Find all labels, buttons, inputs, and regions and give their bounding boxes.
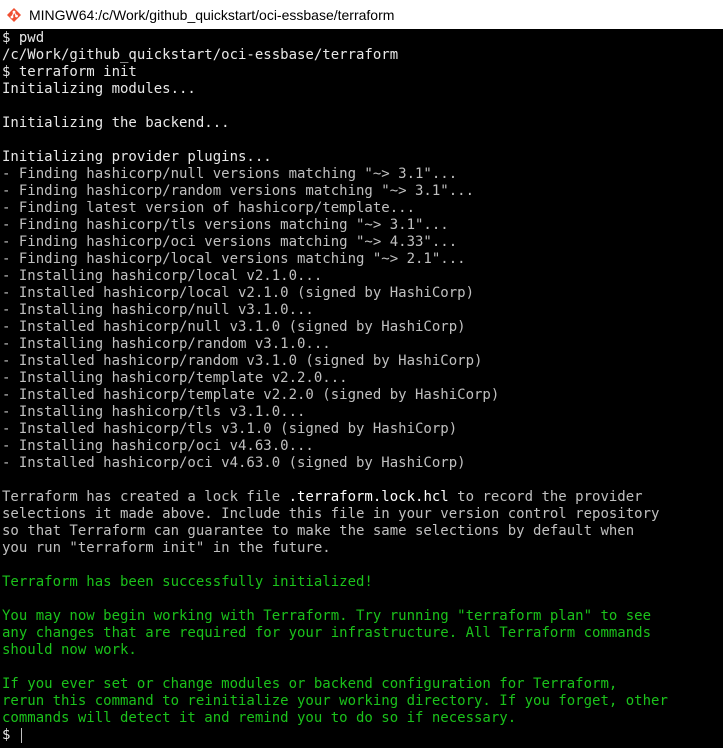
terminal-line: - Installing hashicorp/random v3.1.0... — [2, 336, 331, 352]
lock-file-prefix: Terraform has created a lock file — [2, 489, 289, 505]
terminal-line-success: should now work. — [2, 642, 137, 658]
terminal-line: - Installed hashicorp/template v2.2.0 (s… — [2, 387, 500, 403]
terminal-line: - Finding hashicorp/random versions matc… — [2, 183, 475, 199]
terminal-line: - Installed hashicorp/oci v4.63.0 (signe… — [2, 455, 466, 471]
terminal-line: - Finding hashicorp/tls versions matchin… — [2, 217, 449, 233]
terminal-line: Initializing provider plugins... — [2, 149, 272, 165]
terminal-line-success: If you ever set or change modules or bac… — [2, 676, 618, 692]
lock-file-name: .terraform.lock.hcl — [288, 489, 449, 505]
window-title: MINGW64:/c/Work/github_quickstart/oci-es… — [29, 6, 395, 23]
terminal-line: - Installed hashicorp/null v3.1.0 (signe… — [2, 319, 466, 335]
terminal-line: - Finding latest version of hashicorp/te… — [2, 200, 416, 216]
terminal-line: - Finding hashicorp/local versions match… — [2, 251, 466, 267]
terminal-line: - Installing hashicorp/tls v3.1.0... — [2, 404, 306, 420]
terminal-line: - Installing hashicorp/template v2.2.0..… — [2, 370, 348, 386]
terminal-line-lock-file: Terraform has created a lock file .terra… — [2, 489, 723, 506]
terminal-line: selections it made above. Include this f… — [2, 506, 660, 522]
window-titlebar[interactable]: MINGW64:/c/Work/github_quickstart/oci-es… — [0, 0, 723, 29]
terminal-output[interactable]: $ pwd /c/Work/github_quickstart/oci-essb… — [0, 29, 723, 748]
terminal-line: - Finding hashicorp/null versions matchi… — [2, 166, 458, 182]
terminal-line: - Finding hashicorp/oci versions matchin… — [2, 234, 458, 250]
terminal-line-success: commands will detect it and remind you t… — [2, 710, 517, 726]
terminal-line-success: You may now begin working with Terraform… — [2, 608, 652, 624]
terminal-line-success: rerun this command to reinitialize your … — [2, 693, 668, 709]
terminal-line: - Installing hashicorp/oci v4.63.0... — [2, 438, 314, 454]
terminal-line: Initializing the backend... — [2, 115, 230, 131]
terminal-line: - Installed hashicorp/tls v3.1.0 (signed… — [2, 421, 458, 437]
terminal-line: - Installed hashicorp/local v2.1.0 (sign… — [2, 285, 475, 301]
terminal-line: - Installing hashicorp/local v2.1.0... — [2, 268, 323, 284]
terminal-line: Initializing modules... — [2, 81, 196, 97]
terminal-line: $ pwd — [2, 30, 45, 46]
terminal-line: $ terraform init — [2, 64, 137, 80]
terminal-line-success: any changes that are required for your i… — [2, 625, 652, 641]
terminal-line: you run "terraform init" in the future. — [2, 540, 331, 556]
terminal-line: so that Terraform can guarantee to make … — [2, 523, 635, 539]
lock-file-suffix: to record the provider — [448, 489, 643, 505]
terminal-prompt[interactable]: $ — [2, 727, 723, 744]
prompt-symbol: $ — [2, 727, 19, 743]
mingw-terminal-icon — [6, 7, 22, 23]
text-cursor — [20, 727, 22, 743]
terminal-line: /c/Work/github_quickstart/oci-essbase/te… — [2, 47, 399, 63]
terminal-line: - Installing hashicorp/null v3.1.0... — [2, 302, 314, 318]
terminal-line-success: Terraform has been successfully initiali… — [2, 574, 373, 590]
terminal-line: - Installed hashicorp/random v3.1.0 (sig… — [2, 353, 483, 369]
